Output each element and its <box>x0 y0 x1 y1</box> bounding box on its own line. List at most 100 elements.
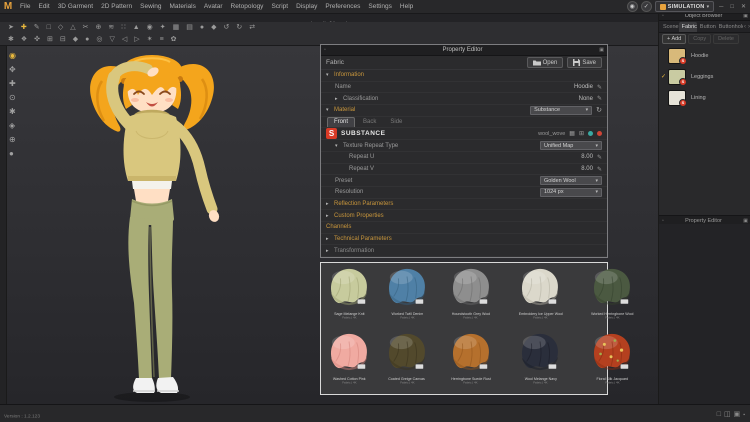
texture-repeat-type-dropdown[interactable]: Unified Map ▾ <box>540 141 602 151</box>
edit-pencil-icon[interactable]: ✎ <box>597 95 602 102</box>
right-tri-icon[interactable]: ▷ <box>134 35 139 45</box>
preset-dropdown[interactable]: Golden Wool ▾ <box>540 176 602 186</box>
undo-icon[interactable]: ↺ <box>224 23 230 33</box>
grid-icon[interactable]: ▦ <box>173 23 180 33</box>
list-icon[interactable]: ≡ <box>160 35 164 45</box>
menu-preferences[interactable]: Preferences <box>321 0 364 13</box>
ornament-tool-icon[interactable]: ❖ <box>21 35 27 45</box>
open-button[interactable]: Open <box>526 57 564 68</box>
swatch-worked-herringbone-wool[interactable]: Worked Herringbone Wool Fabric | 4K <box>577 264 647 329</box>
cross-tool-icon[interactable]: ✜ <box>34 35 40 45</box>
avatar-pose-icon[interactable]: ◉ <box>9 51 16 60</box>
menu-avatar[interactable]: Avatar <box>200 0 227 13</box>
layout-grid-icon[interactable]: ▣ <box>734 411 741 419</box>
material-tab-front[interactable]: Front <box>327 117 356 128</box>
swatch-sage-melange-knit[interactable]: Sage Melange Knit Fabric | 4K <box>322 264 376 329</box>
menu-display[interactable]: Display <box>292 0 321 13</box>
panel-dock-icon[interactable]: ▫ <box>659 218 667 224</box>
edit-pattern-icon[interactable]: ✎ <box>34 23 40 33</box>
menu-edit[interactable]: Edit <box>34 0 53 13</box>
menu-2d-pattern[interactable]: 2D Pattern <box>97 0 136 13</box>
fabric-item-lining[interactable]: S Lining <box>659 87 750 108</box>
menu-settings[interactable]: Settings <box>364 0 396 13</box>
object-browser-tab-fabric[interactable]: Fabric <box>678 21 697 32</box>
down-tri-icon[interactable]: ▽ <box>110 35 115 45</box>
panel-float-icon[interactable]: ▣ <box>596 47 607 53</box>
polygon-tool-icon[interactable]: ◇ <box>58 23 63 33</box>
teal-channel-icon[interactable] <box>588 131 593 137</box>
curve-tool-icon[interactable]: △ <box>70 23 75 33</box>
add-box-icon[interactable]: ⊞ <box>47 35 53 45</box>
swatch-coated-greige-canvas[interactable]: Coated Greige Canvas Fabric | 4K <box>376 329 437 394</box>
menu-file[interactable]: File <box>16 0 34 13</box>
swatch-houndstooth-grey-wool[interactable]: Houndstooth Grey Wool Fabric | 4K <box>438 264 504 329</box>
menu-materials[interactable]: Materials <box>166 0 200 13</box>
solid-dot-icon[interactable]: ● <box>85 35 89 45</box>
dot-icon[interactable]: ● <box>200 23 204 33</box>
scissors-icon[interactable]: ✂ <box>83 23 89 33</box>
collapse-caret-icon[interactable]: ▸ <box>326 201 334 207</box>
fabric-item-leggings[interactable]: ✓ S Leggings <box>659 66 750 87</box>
add-fabric-button[interactable]: + Add <box>662 34 687 44</box>
layout-single-icon[interactable]: □ <box>717 411 721 419</box>
swatch-wool-melange-navy[interactable]: Wool Melange Navy Fabric | 4K <box>504 329 578 394</box>
fabric-item-hoodie[interactable]: S Hoodie <box>659 45 750 66</box>
swatch-floral-silk-jacquard[interactable]: Floral Silk Jacquard Fabric | 4K <box>577 329 647 394</box>
panel-float-icon[interactable]: ▣ <box>740 218 750 224</box>
object-browser-tab-buttonhole[interactable]: Buttonhole <box>716 22 743 32</box>
refresh-icon[interactable]: ↻ <box>596 106 602 114</box>
object-browser-tab-scene[interactable]: Scene <box>660 22 679 32</box>
star-icon[interactable]: ✶ <box>147 35 153 45</box>
dot-icon[interactable]: ● <box>9 149 16 158</box>
collapse-caret-icon[interactable]: ▸ <box>326 248 334 254</box>
left-tri-icon[interactable]: ◁ <box>122 35 127 45</box>
diamond-icon[interactable]: ◆ <box>211 23 216 33</box>
collapse-caret-icon[interactable]: ▸ <box>326 236 334 242</box>
menu-3d-garment[interactable]: 3D Garment <box>54 0 97 13</box>
focus-icon[interactable]: ⊙ <box>9 93 16 102</box>
material-tab-back[interactable]: Back <box>357 118 382 127</box>
layers-icon[interactable]: ▤ <box>186 23 193 33</box>
property-editor-titlebar[interactable]: ▫ Property Editor ▣ <box>321 45 607 56</box>
resize-grip-icon[interactable]: ▪ <box>743 411 745 419</box>
menu-help[interactable]: Help <box>396 0 417 13</box>
collapse-caret-icon[interactable]: ▸ <box>335 96 343 102</box>
delete-fabric-button[interactable]: Delete <box>713 34 739 44</box>
burst-icon[interactable]: ✱ <box>9 107 16 116</box>
add-tool-icon[interactable]: ✚ <box>21 23 27 33</box>
collapse-caret-icon[interactable]: ▸ <box>326 213 334 219</box>
solid-diamond-icon[interactable]: ◆ <box>73 35 78 45</box>
add-map-icon[interactable]: ⊞ <box>579 130 584 137</box>
layout-split-icon[interactable]: ◫ <box>724 411 731 419</box>
edit-pencil-icon[interactable]: ✎ <box>597 154 602 161</box>
target-icon[interactable]: ◉ <box>147 23 153 33</box>
collapse-caret-icon[interactable]: ▾ <box>326 72 334 78</box>
avatar-illustration[interactable] <box>40 51 260 403</box>
remove-box-icon[interactable]: ⊟ <box>60 35 66 45</box>
ring-icon[interactable]: ◎ <box>96 35 102 45</box>
menu-script[interactable]: Script <box>267 0 292 13</box>
minimize-button[interactable]: ─ <box>717 4 725 10</box>
sew-tool-icon[interactable]: ⊕ <box>96 23 102 33</box>
select-tool-icon[interactable]: ➤ <box>8 23 14 33</box>
maximize-button[interactable]: □ <box>728 4 736 10</box>
object-browser-tab-button[interactable]: Button <box>697 22 716 32</box>
rectangle-tool-icon[interactable]: □ <box>47 23 51 33</box>
material-tab-side[interactable]: Side <box>384 118 408 127</box>
asterisk-tool-icon[interactable]: ✱ <box>8 35 14 45</box>
close-button[interactable]: ✕ <box>739 3 748 10</box>
save-button[interactable]: Save <box>567 57 602 68</box>
swatch-embroidery-ice-upper-wool[interactable]: Embroidery Ice Upper Wool Fabric | 4K <box>504 264 578 329</box>
panel-dock-icon[interactable]: ▫ <box>321 47 329 53</box>
free-sew-icon[interactable]: ≋ <box>108 23 114 33</box>
menu-sewing[interactable]: Sewing <box>136 0 165 13</box>
user-icon[interactable]: ◉ <box>626 1 638 12</box>
orbit-icon[interactable]: ⊕ <box>9 135 16 144</box>
resolution-dropdown[interactable]: 1024 px ▾ <box>540 187 602 197</box>
texture-grid-icon[interactable]: ▦ <box>569 130 575 137</box>
copy-fabric-button[interactable]: Copy <box>688 34 712 44</box>
move-icon[interactable]: ✥ <box>9 65 16 74</box>
menu-retopology[interactable]: Retopology <box>227 0 268 13</box>
edit-pencil-icon[interactable]: ✎ <box>597 84 602 91</box>
swatch-worked-twill-denim[interactable]: Worked Twill Denim Fabric | 4K <box>376 264 437 329</box>
